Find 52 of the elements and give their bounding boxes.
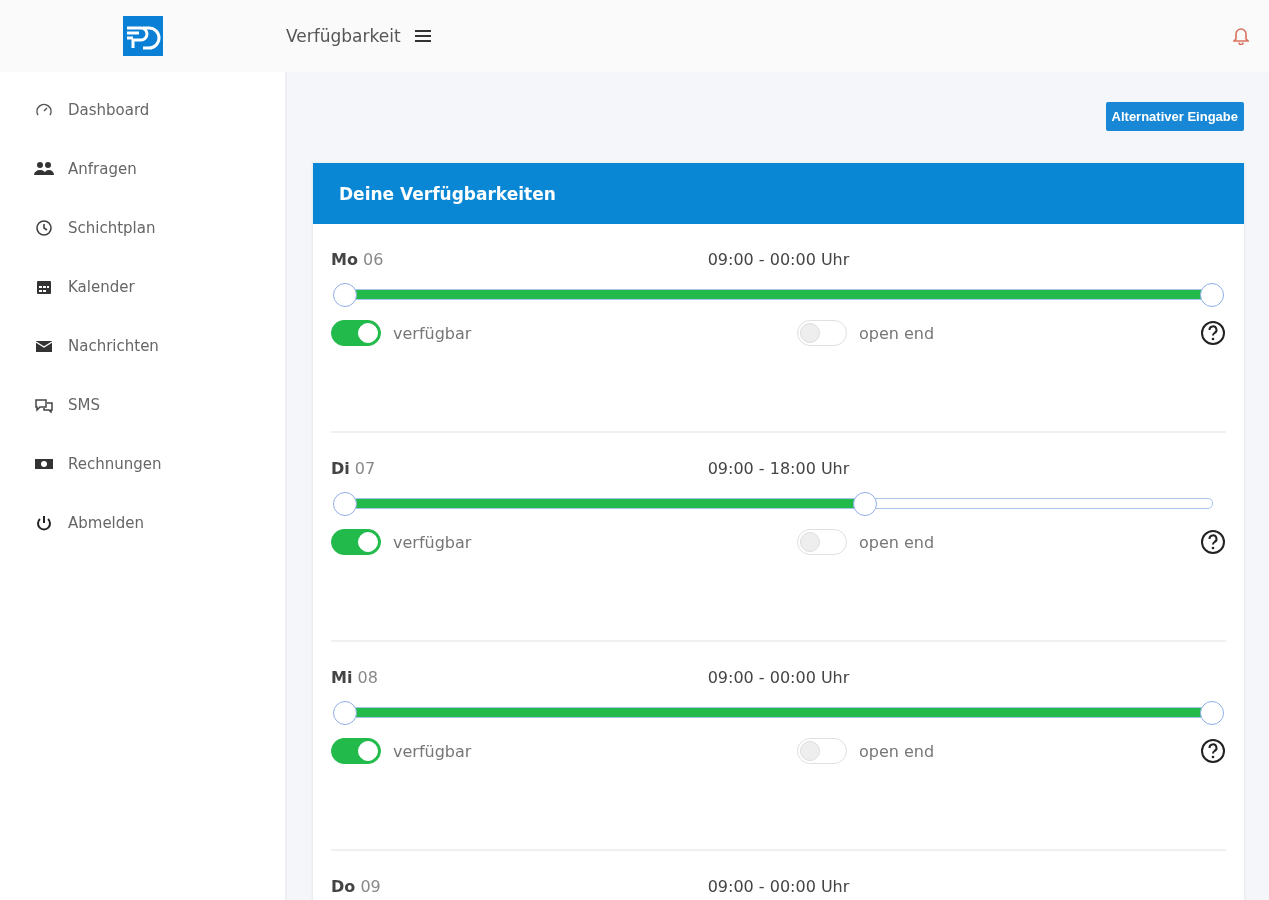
logo-icon (122, 16, 163, 56)
sidebar-item[interactable]: Rechnungen (0, 434, 285, 493)
page-title: Verfügbarkeit (286, 26, 401, 46)
slider-thumb[interactable] (853, 491, 878, 516)
sidebar-item[interactable]: Schichtplan (0, 198, 285, 257)
toggle-switch[interactable] (331, 738, 381, 764)
menu-icon[interactable] (414, 29, 431, 43)
power-icon (34, 514, 54, 531)
bell-icon[interactable] (1233, 27, 1249, 45)
users-icon (34, 160, 54, 177)
clock-icon (34, 219, 54, 236)
chat-icon (34, 396, 54, 413)
day-date: 07 (354, 459, 376, 478)
time-range: 09:00 - 00:00 Uhr (707, 668, 850, 687)
toggle-label: open end (859, 741, 935, 761)
day-date: 09 (360, 877, 381, 896)
sidebar-item[interactable]: Anfragen (0, 139, 285, 198)
sidebar-item[interactable]: Dashboard (0, 80, 285, 139)
day-name: Do (331, 877, 356, 896)
alternative-input-button[interactable]: Alternativer Eingabe (1105, 102, 1244, 131)
toggle-switch[interactable] (331, 320, 381, 346)
range-slider[interactable] (331, 281, 1226, 308)
day-name: Mo (331, 250, 358, 269)
help-icon[interactable] (1200, 320, 1226, 346)
gauge-icon (34, 101, 54, 118)
toggle-label: verfügbar (393, 323, 472, 343)
toggle-label: verfügbar (393, 741, 472, 761)
sidebar-item[interactable]: SMS (0, 375, 285, 434)
day-name: Di (331, 459, 350, 478)
help-icon[interactable] (1200, 738, 1226, 764)
time-range: 09:00 - 00:00 Uhr (707, 877, 850, 896)
day-date: 06 (363, 250, 384, 269)
toggle-label: open end (859, 532, 935, 552)
sidebar-item[interactable]: Abmelden (0, 493, 285, 552)
slider-thumb[interactable] (1200, 700, 1224, 725)
toggle-label: open end (859, 323, 935, 343)
range-slider[interactable] (331, 699, 1226, 726)
toggle-label: verfügbar (393, 532, 472, 552)
slider-thumb[interactable] (333, 700, 357, 725)
time-range: 09:00 - 00:00 Uhr (707, 250, 850, 269)
toggle-switch[interactable] (331, 529, 381, 555)
time-range: 09:00 - 18:00 Uhr (707, 459, 850, 478)
slider-thumb[interactable] (333, 282, 357, 307)
sidebar-item[interactable]: Nachrichten (0, 316, 285, 375)
card-title: Deine Verfügbarkeiten (339, 183, 556, 204)
slider-thumb[interactable] (1200, 282, 1224, 307)
slider-thumb[interactable] (333, 491, 357, 516)
sidebar-item[interactable]: Kalender (0, 257, 285, 316)
help-icon[interactable] (1200, 529, 1226, 555)
calendar-icon (34, 278, 54, 295)
day-name: Mi (331, 668, 353, 687)
day-date: 08 (357, 668, 378, 687)
